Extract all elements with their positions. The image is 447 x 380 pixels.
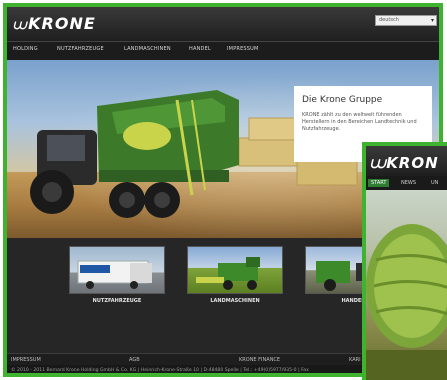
teaser-image-trucks[interactable] [69, 246, 165, 294]
teaser-label: LANDMASCHINEN [210, 298, 260, 304]
overlay-krone-logo[interactable]: ⩊KRON [370, 154, 439, 172]
overlay-tab-un[interactable]: UN [428, 179, 441, 187]
footer-link-impressum[interactable]: IMPRESSUM [11, 357, 41, 363]
footer-link-krone-finance[interactable]: KRONE FINANCE [239, 357, 280, 363]
logo-text: KRONE [28, 14, 96, 33]
krone-emblem-icon: ⩊ [13, 18, 28, 33]
teaser-label: NUTZFAHRZEUGE [92, 298, 142, 304]
teaser-nutzfahrzeuge[interactable]: NUTZFAHRZEUGE [69, 246, 165, 304]
site-header: ⩊KRONE deutsch ▾ [7, 7, 439, 41]
krone-logo[interactable]: ⩊KRONE [13, 14, 96, 33]
overlay-browser-window: ⩊KRON START NEWS UN [362, 142, 447, 380]
main-nav: HOLDING NUTZFAHRZEUGE LANDMASCHINEN HAND… [7, 41, 439, 60]
language-select[interactable]: deutsch ▾ [375, 15, 437, 26]
nav-item-nutzfahrzeuge[interactable]: NUTZFAHRZEUGE [57, 46, 104, 52]
language-select-value: deutsch [379, 17, 399, 23]
nav-item-holding[interactable]: HOLDING [13, 46, 38, 52]
footer-link-agb[interactable]: AGB [129, 357, 140, 363]
overlay-header: ⩊KRON [366, 146, 447, 176]
nav-item-impressum[interactable]: IMPRESSUM [227, 46, 259, 52]
teaser-image-harvester[interactable] [187, 246, 283, 294]
teaser-landmaschinen[interactable]: LANDMASCHINEN [187, 246, 283, 304]
overlay-nav: START NEWS UN [366, 176, 447, 190]
overlay-tab-news[interactable]: NEWS [398, 179, 419, 187]
nav-item-landmaschinen[interactable]: LANDMASCHINEN [124, 46, 171, 52]
footer-link-kari[interactable]: KARI [349, 357, 361, 363]
info-text: KRONE zählt zu den weltweit führenden He… [302, 112, 417, 132]
krone-emblem-icon: ⩊ [370, 154, 387, 172]
overlay-tab-start[interactable]: START [368, 179, 390, 187]
overlay-hero-image [366, 190, 447, 380]
nav-item-handel[interactable]: HANDEL [189, 46, 211, 52]
chevron-down-icon: ▾ [430, 17, 434, 24]
info-title: Die Krone Gruppe [302, 95, 383, 105]
overlay-logo-text: KRON [386, 154, 439, 172]
